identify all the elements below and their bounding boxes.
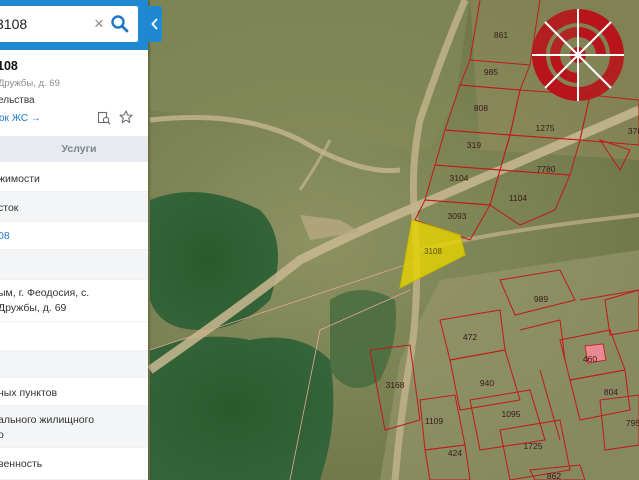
label-3104: 3104 bbox=[450, 173, 469, 183]
label-795: 795 bbox=[626, 418, 639, 428]
info-row-housing: ального жилищного о bbox=[0, 406, 148, 448]
label-3168: 3168 bbox=[386, 380, 405, 390]
label-7780: 7780 bbox=[537, 164, 556, 174]
info-row-type: сток bbox=[0, 192, 148, 222]
info-row-empty-2 bbox=[0, 350, 148, 378]
label-861: 861 bbox=[494, 30, 508, 40]
search-input[interactable]: 3108 bbox=[0, 16, 27, 32]
label-804: 804 bbox=[604, 387, 618, 397]
star-icon[interactable] bbox=[119, 110, 133, 124]
info-panel: 3108 × 108 Дружбы, д. 69 ельства ок ЖС →… bbox=[0, 0, 148, 480]
label-460: 460 bbox=[583, 354, 597, 364]
label-1275: 1275 bbox=[536, 123, 555, 133]
chevron-left-icon bbox=[151, 18, 158, 30]
label-424: 424 bbox=[448, 448, 462, 458]
label-862: 862 bbox=[547, 471, 561, 480]
parcel-address: Дружбы, д. 69 bbox=[0, 78, 60, 89]
red-spiral-logo-icon bbox=[532, 9, 624, 101]
label-985: 985 bbox=[484, 67, 498, 77]
label-1095: 1095 bbox=[502, 409, 521, 419]
label-989: 989 bbox=[534, 294, 548, 304]
info-row-ownership: венность bbox=[0, 450, 148, 480]
label-1725: 1725 bbox=[524, 441, 543, 451]
label-319: 319 bbox=[467, 140, 481, 150]
label-808: 808 bbox=[474, 103, 488, 113]
label-1109: 1109 bbox=[425, 416, 444, 426]
search-field[interactable]: 3108 × bbox=[0, 6, 138, 42]
info-row-realty: жимости bbox=[0, 162, 148, 192]
tab-services[interactable]: Услуги bbox=[0, 136, 148, 162]
forest-patch bbox=[150, 192, 278, 330]
label-940: 940 bbox=[480, 378, 494, 388]
label-3093: 3093 bbox=[448, 211, 467, 221]
search-bar: 3108 × bbox=[0, 0, 148, 50]
parcel-title: 108 bbox=[0, 59, 18, 73]
info-row-address: ым, г. Феодосия, с. Дружбы, д. 69 bbox=[0, 280, 148, 322]
label-376: 376 bbox=[628, 126, 639, 136]
collapse-panel-button[interactable] bbox=[148, 6, 162, 42]
info-row-empty-1 bbox=[0, 250, 148, 280]
housing-link[interactable]: ок ЖС → bbox=[0, 113, 41, 124]
document-search-icon[interactable] bbox=[97, 111, 111, 125]
info-row-number[interactable]: 08 bbox=[0, 222, 148, 250]
forest-patch-south bbox=[150, 336, 334, 480]
info-row-settlements: ных пунктов bbox=[0, 378, 148, 406]
clear-icon[interactable]: × bbox=[92, 14, 106, 34]
label-472: 472 bbox=[463, 332, 477, 342]
label-1104: 1104 bbox=[509, 193, 528, 203]
search-icon[interactable] bbox=[110, 14, 130, 34]
label-3108: 3108 bbox=[424, 247, 442, 256]
parcel-category: ельства bbox=[0, 95, 35, 106]
